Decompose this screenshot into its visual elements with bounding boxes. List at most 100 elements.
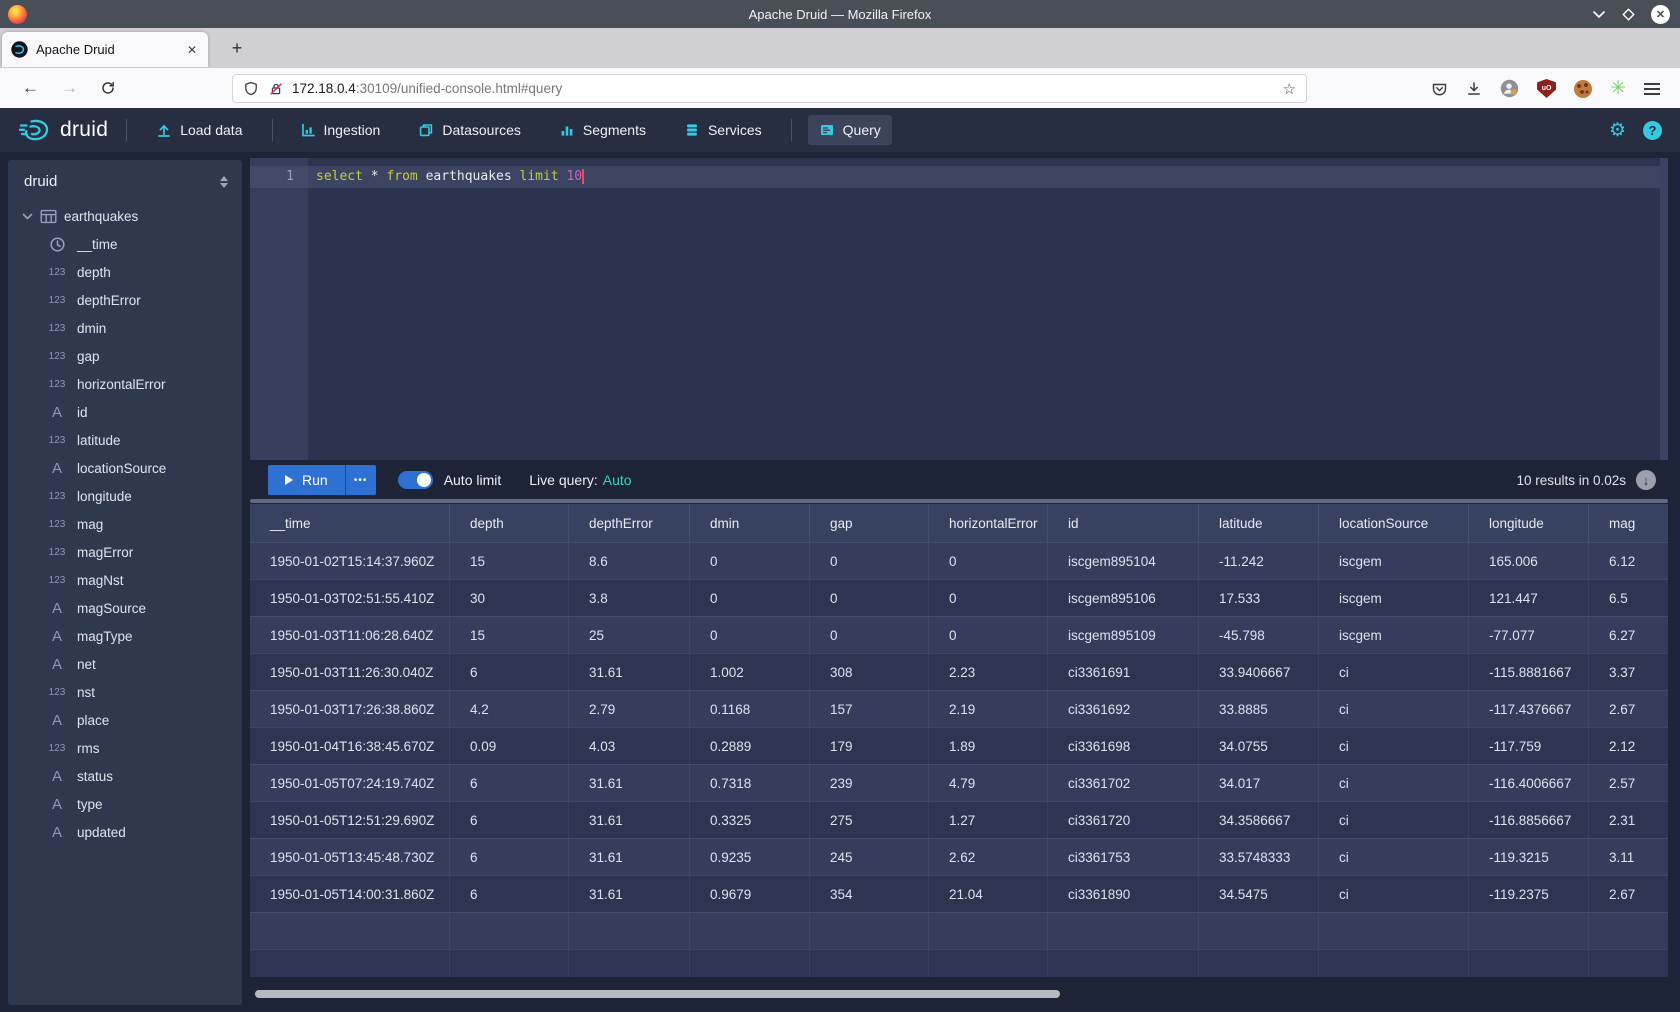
sidebar-column-mag[interactable]: 123mag: [8, 510, 242, 538]
table-cell[interactable]: 354: [810, 876, 929, 912]
table-cell[interactable]: 6: [450, 876, 569, 912]
table-cell[interactable]: 15: [450, 617, 569, 653]
table-cell[interactable]: 1950-01-03T11:06:28.640Z: [250, 617, 450, 653]
sidebar-column-net[interactable]: Anet: [8, 650, 242, 678]
table-cell[interactable]: 6: [450, 765, 569, 801]
shield-icon[interactable]: [243, 81, 259, 97]
table-cell[interactable]: ci3361702: [1048, 765, 1199, 801]
table-cell[interactable]: ci: [1319, 839, 1469, 875]
asterisk-icon[interactable]: ✳: [1610, 79, 1626, 98]
sidebar-column-depthError[interactable]: 123depthError: [8, 286, 242, 314]
table-cell[interactable]: 1950-01-03T17:26:38.860Z: [250, 691, 450, 727]
table-cell[interactable]: ci3361692: [1048, 691, 1199, 727]
table-cell[interactable]: 0: [810, 580, 929, 616]
sidebar-column-magError[interactable]: 123magError: [8, 538, 242, 566]
sidebar-column-__time[interactable]: __time: [8, 230, 242, 258]
column-header-__time[interactable]: __time: [250, 504, 450, 542]
table-cell[interactable]: -115.8881667: [1469, 654, 1589, 690]
table-cell[interactable]: 179: [810, 728, 929, 764]
table-cell[interactable]: 6.27: [1589, 617, 1668, 653]
table-cell[interactable]: 121.447: [1469, 580, 1589, 616]
table-cell[interactable]: 0.9679: [690, 876, 810, 912]
column-header-longitude[interactable]: longitude: [1469, 504, 1589, 542]
back-icon[interactable]: ←: [22, 78, 39, 98]
table-cell[interactable]: 33.8885: [1199, 691, 1319, 727]
table-cell[interactable]: 0: [690, 580, 810, 616]
table-cell[interactable]: 30: [450, 580, 569, 616]
url-bar[interactable]: 172.18.0.4:30109/unified-console.html#qu…: [232, 74, 1307, 103]
table-cell[interactable]: 34.017: [1199, 765, 1319, 801]
table-cell[interactable]: -119.2375: [1469, 876, 1589, 912]
column-header-horizontalError[interactable]: horizontalError: [929, 504, 1048, 542]
table-cell[interactable]: iscgem: [1319, 580, 1469, 616]
table-cell[interactable]: 165.006: [1469, 543, 1589, 579]
table-cell[interactable]: -116.8856667: [1469, 802, 1589, 838]
menu-icon[interactable]: [1644, 83, 1660, 95]
table-cell[interactable]: iscgem895106: [1048, 580, 1199, 616]
column-header-gap[interactable]: gap: [810, 504, 929, 542]
table-cell[interactable]: 2.19: [929, 691, 1048, 727]
table-cell[interactable]: 6.12: [1589, 543, 1668, 579]
nav-ingestion[interactable]: Ingestion: [289, 115, 392, 145]
table-cell[interactable]: ci: [1319, 728, 1469, 764]
table-cell[interactable]: 31.61: [569, 876, 690, 912]
table-cell[interactable]: 1950-01-05T14:00:31.860Z: [250, 876, 450, 912]
table-cell[interactable]: 34.5475: [1199, 876, 1319, 912]
sidebar-column-id[interactable]: Aid: [8, 398, 242, 426]
sidebar-column-locationSource[interactable]: AlocationSource: [8, 454, 242, 482]
table-cell[interactable]: 157: [810, 691, 929, 727]
table-cell[interactable]: 21.04: [929, 876, 1048, 912]
table-cell[interactable]: 0.2889: [690, 728, 810, 764]
table-cell[interactable]: 2.67: [1589, 691, 1668, 727]
run-more-button[interactable]: •••: [345, 465, 376, 495]
nav-services[interactable]: Services: [673, 115, 773, 145]
table-cell[interactable]: 2.79: [569, 691, 690, 727]
maximize-diamond-icon[interactable]: [1622, 8, 1635, 21]
sidebar-column-type[interactable]: Atype: [8, 790, 242, 818]
cookie-icon[interactable]: [1574, 80, 1592, 98]
table-cell[interactable]: ci: [1319, 765, 1469, 801]
new-tab-button[interactable]: +: [222, 34, 252, 62]
editor-results-splitter[interactable]: [250, 499, 1668, 503]
table-cell[interactable]: 0: [690, 617, 810, 653]
close-icon[interactable]: ✕: [1651, 5, 1670, 24]
table-cell[interactable]: 0.1168: [690, 691, 810, 727]
table-cell[interactable]: 1950-01-03T11:26:30.040Z: [250, 654, 450, 690]
query-editor[interactable]: 1 select * from earthquakes limit 10: [250, 158, 1668, 460]
table-cell[interactable]: 31.61: [569, 839, 690, 875]
table-cell[interactable]: 2.31: [1589, 802, 1668, 838]
account-icon[interactable]: [1500, 79, 1519, 98]
table-cell[interactable]: 6.5: [1589, 580, 1668, 616]
chevron-down-icon[interactable]: [22, 213, 33, 220]
gear-icon[interactable]: ⚙: [1609, 121, 1626, 140]
table-cell[interactable]: ci3361890: [1048, 876, 1199, 912]
table-cell[interactable]: 31.61: [569, 802, 690, 838]
table-cell[interactable]: ci: [1319, 654, 1469, 690]
table-cell[interactable]: 0: [810, 617, 929, 653]
query-text[interactable]: select * from earthquakes limit 10: [316, 166, 584, 188]
table-cell[interactable]: 0: [929, 580, 1048, 616]
table-cell[interactable]: 0: [929, 617, 1048, 653]
table-cell[interactable]: ci3361753: [1048, 839, 1199, 875]
sidebar-column-dmin[interactable]: 123dmin: [8, 314, 242, 342]
table-cell[interactable]: 33.9406667: [1199, 654, 1319, 690]
sidebar-column-horizontalError[interactable]: 123horizontalError: [8, 370, 242, 398]
sidebar-column-magSource[interactable]: AmagSource: [8, 594, 242, 622]
table-cell[interactable]: 31.61: [569, 765, 690, 801]
table-cell[interactable]: 239: [810, 765, 929, 801]
table-cell[interactable]: 4.79: [929, 765, 1048, 801]
column-header-mag[interactable]: mag: [1589, 504, 1668, 542]
nav-datasources[interactable]: Datasources: [407, 115, 532, 145]
sidebar-column-magNst[interactable]: 123magNst: [8, 566, 242, 594]
browser-tab[interactable]: Apache Druid ✕: [2, 32, 208, 67]
table-cell[interactable]: 6: [450, 802, 569, 838]
table-cell[interactable]: 2.67: [1589, 876, 1668, 912]
table-cell[interactable]: 15: [450, 543, 569, 579]
nav-segments[interactable]: Segments: [548, 115, 657, 145]
column-header-locationSource[interactable]: locationSource: [1319, 504, 1469, 542]
table-cell[interactable]: 0.3325: [690, 802, 810, 838]
table-cell[interactable]: 0: [929, 543, 1048, 579]
table-cell[interactable]: ci: [1319, 691, 1469, 727]
table-cell[interactable]: ci3361698: [1048, 728, 1199, 764]
table-cell[interactable]: 17.533: [1199, 580, 1319, 616]
